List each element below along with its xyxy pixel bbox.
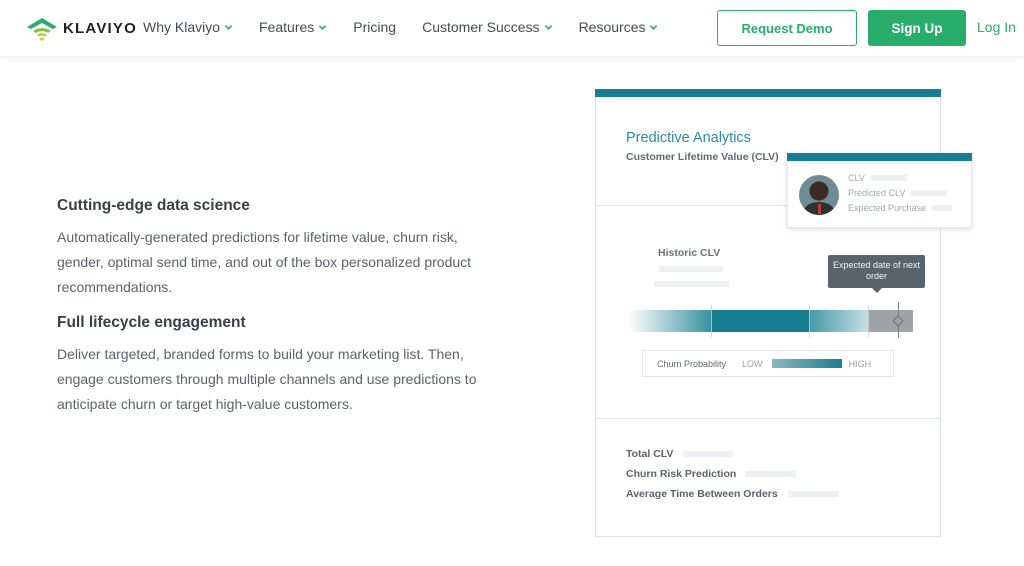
placeholder-value <box>870 175 907 181</box>
placeholder-value <box>683 451 734 457</box>
nav-item-label: Resources <box>578 19 646 35</box>
placeholder-line <box>654 281 729 287</box>
placeholder-value <box>746 471 797 477</box>
feature-body: Automatically-generated predictions for … <box>57 229 472 295</box>
nav-item-pricing[interactable]: Pricing <box>353 19 396 35</box>
top-navigation: KLAVIYO Why Klaviyo Features Pricing Cus… <box>0 0 1024 57</box>
nav-item-resources[interactable]: Resources <box>579 19 659 35</box>
placeholder-line <box>659 266 723 272</box>
nav-item-label: Customer Success <box>422 19 540 35</box>
illustration-title: Predictive Analytics <box>626 130 751 146</box>
placeholder-value <box>787 491 838 497</box>
next-order-tooltip: Expected date of next order <box>828 255 925 293</box>
historic-clv-label: Historic CLV <box>658 247 721 259</box>
nav-item-label: Why Klaviyo <box>143 19 221 35</box>
timeline-segment-historic <box>711 310 809 332</box>
illustration-subtitle: Customer Lifetime Value (CLV) <box>626 151 779 163</box>
churn-gradient-scale <box>771 359 842 368</box>
nav-item-label: Features <box>259 19 315 35</box>
sign-up-button[interactable]: Sign Up <box>868 10 966 46</box>
chevron-down-icon <box>224 24 233 30</box>
nav-item-customer-success[interactable]: Customer Success <box>422 19 552 35</box>
popup-row-label: Expected Purchase <box>848 203 927 213</box>
churn-high-label: HIGH <box>848 358 872 369</box>
stat-label: Total CLV <box>626 448 674 460</box>
churn-probability-legend: Churn Probability LOW HIGH <box>642 350 894 377</box>
timeline-tick <box>711 305 712 337</box>
popup-row-label: CLV <box>848 173 865 183</box>
brand-name: KLAVIYO <box>63 19 137 37</box>
timeline-tick <box>809 305 810 337</box>
placeholder-value <box>911 190 948 196</box>
timeline-segment-predicted <box>809 310 868 332</box>
request-demo-button[interactable]: Request Demo <box>717 10 857 46</box>
log-in-link[interactable]: Log In <box>977 19 1016 35</box>
clv-timeline-bar <box>628 302 913 338</box>
klaviyo-logo-icon <box>27 18 57 41</box>
popup-accent-bar <box>787 153 972 161</box>
nav-item-label: Pricing <box>353 19 397 35</box>
feature-title: Cutting-edge data science <box>57 197 250 214</box>
feature-body: Deliver targeted, branded forms to build… <box>57 346 477 412</box>
divider <box>596 418 940 419</box>
feature-title: Full lifecycle engagement <box>57 314 246 331</box>
feature-data-science: Cutting-edge data science Automatically-… <box>57 197 497 300</box>
stat-label: Average Time Between Orders <box>626 488 778 500</box>
timeline-segment-future <box>868 310 913 332</box>
stat-label: Churn Risk Prediction <box>626 468 737 480</box>
avatar <box>799 175 839 215</box>
timeline-tick <box>868 305 869 337</box>
chevron-down-icon <box>319 24 327 30</box>
popup-row-clv: CLV <box>848 173 907 183</box>
timeline-segment-past <box>628 310 711 332</box>
chevron-down-icon <box>544 24 552 30</box>
nav-item-why-klaviyo[interactable]: Why Klaviyo <box>143 19 233 35</box>
nav-menu: Why Klaviyo Features Pricing Customer Su… <box>143 19 684 35</box>
stat-average-time-between-orders: Average Time Between Orders <box>626 488 838 500</box>
churn-low-label: LOW <box>742 358 763 369</box>
stat-churn-risk: Churn Risk Prediction <box>626 468 797 480</box>
placeholder-value <box>932 205 953 211</box>
avatar-tie <box>818 204 821 214</box>
feature-lifecycle-engagement: Full lifecycle engagement Deliver target… <box>57 314 497 417</box>
customer-profile-popup: CLV Predicted CLV Expected Purchase <box>787 153 972 228</box>
nav-item-features[interactable]: Features <box>259 19 327 35</box>
churn-label: Churn Probability <box>657 358 727 369</box>
card-accent-bar <box>595 89 941 97</box>
klaviyo-logo[interactable]: KLAVIYO <box>25 15 137 41</box>
chevron-down-icon <box>650 24 658 30</box>
popup-row-label: Predicted CLV <box>848 188 906 198</box>
stat-total-clv: Total CLV <box>626 448 734 460</box>
popup-row-expected-purchase: Expected Purchase <box>848 203 953 213</box>
popup-row-predicted-clv: Predicted CLV <box>848 188 948 198</box>
